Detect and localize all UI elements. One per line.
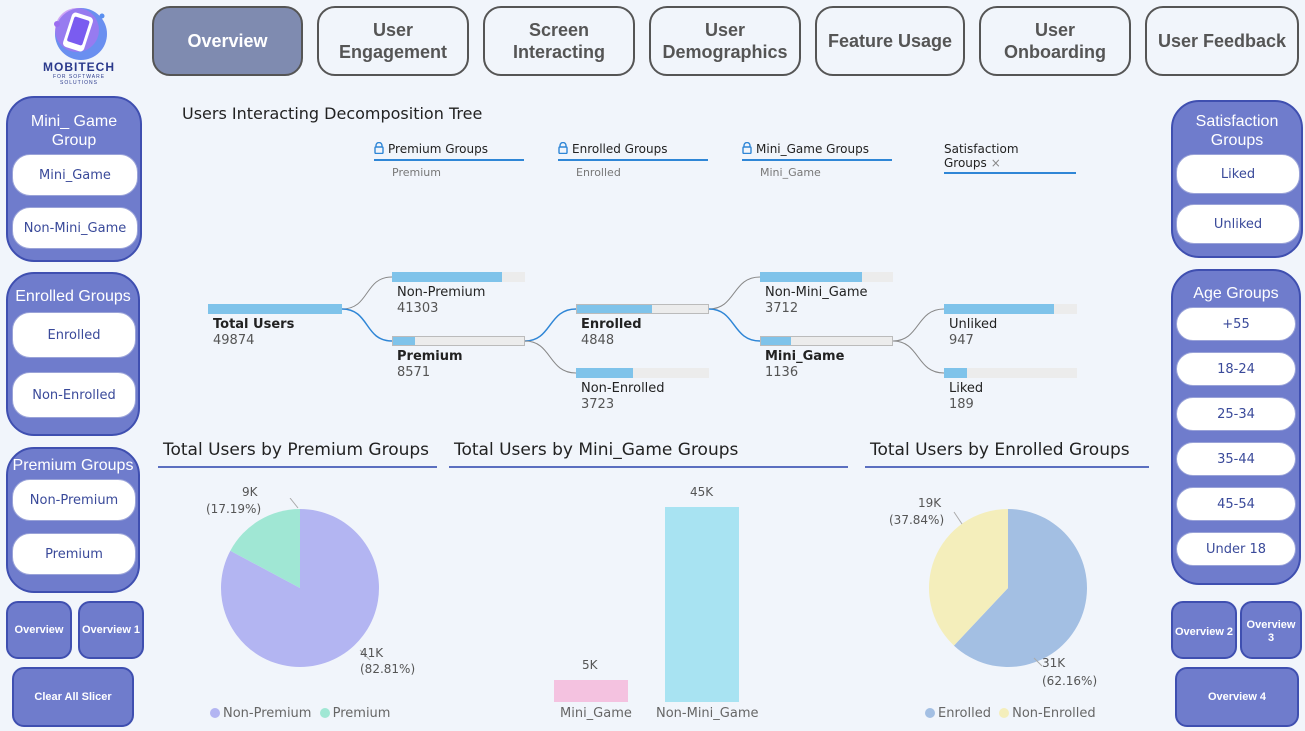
- mini-game-chart-title: Total Users by Mini_Game Groups: [449, 440, 848, 468]
- node-value-premium: 8571: [397, 365, 431, 380]
- bar-value-label-mini-game: 5K: [582, 658, 598, 673]
- premium-chart-title: Total Users by Premium Groups: [158, 440, 437, 468]
- connector-mini-unliked: [892, 308, 945, 342]
- node-value-unliked: 947: [949, 333, 974, 348]
- node-value-non-premium: 41303: [397, 301, 439, 316]
- legend-label-enrolled: Enrolled: [938, 706, 991, 721]
- node-label-total-users: Total Users: [213, 317, 295, 332]
- bar-non-mini-game[interactable]: [665, 507, 739, 702]
- node-value-total-users: 49874: [213, 333, 255, 348]
- enrolled-chart-legend: Enrolled Non-Enrolled: [925, 706, 1096, 721]
- enrolled-slice-pct-label: (62.16%): [1042, 674, 1098, 688]
- connector-enrolled-nonmini: [708, 276, 761, 310]
- non-enrolled-slice-pct-label: (37.84%): [889, 513, 945, 527]
- node-label-unliked: Unliked: [949, 317, 998, 332]
- legend-dot-enrolled: [925, 708, 935, 718]
- mini-game-bar-chart: 5K 45K: [520, 480, 780, 702]
- enrolled-chart-title: Total Users by Enrolled Groups: [865, 440, 1149, 468]
- node-bar-enrolled[interactable]: [576, 304, 709, 314]
- pie-leader-premium: [289, 498, 299, 509]
- connector-root-nonpremium: [341, 276, 393, 310]
- node-label-mini-game: Mini_Game: [765, 349, 845, 364]
- premium-slice-value-label: 9K: [242, 485, 258, 499]
- node-value-non-enrolled: 3723: [581, 397, 615, 412]
- node-value-non-mini-game: 3712: [765, 301, 799, 316]
- legend-dot-premium: [319, 708, 330, 718]
- enrolled-slice-value-label: 31K: [1042, 656, 1066, 670]
- node-bar-mini-game[interactable]: [760, 336, 893, 346]
- pie-leader-non-enrolled: [953, 511, 963, 525]
- node-value-mini-game: 1136: [765, 365, 799, 380]
- bar-mini-game[interactable]: [554, 680, 628, 702]
- node-label-non-premium: Non-Premium: [397, 285, 486, 300]
- non-premium-slice-value-label: 41K: [360, 646, 384, 660]
- enrolled-pie-chart: [929, 509, 1087, 667]
- legend-label-premium: Premium: [332, 706, 391, 721]
- legend-label-non-premium: Non-Premium: [223, 706, 312, 721]
- premium-slice-pct-label: (17.19%): [206, 502, 262, 516]
- node-value-liked: 189: [949, 397, 974, 412]
- legend-label-non-enrolled: Non-Enrolled: [1012, 706, 1096, 721]
- non-premium-slice-pct-label: (82.81%): [360, 662, 416, 676]
- node-bar-total-users[interactable]: [208, 304, 342, 314]
- node-bar-premium[interactable]: [392, 336, 525, 346]
- node-label-non-mini-game: Non-Mini_Game: [765, 285, 868, 300]
- bar-axis-label-mini-game: Mini_Game: [560, 706, 632, 721]
- connector-enrolled-mini: [708, 308, 761, 342]
- legend-dot-non-enrolled: [999, 708, 1010, 718]
- connector-premium-nonenrolled: [524, 340, 577, 374]
- legend-dot-non-premium: [210, 708, 220, 718]
- node-bar-non-enrolled[interactable]: [576, 368, 709, 378]
- connector-root-premium: [341, 308, 393, 342]
- node-bar-non-premium[interactable]: [392, 272, 525, 282]
- premium-chart-legend: Non-Premium Premium: [210, 706, 390, 721]
- bar-value-label-non-mini-game: 45K: [690, 485, 714, 499]
- bar-axis-label-non-mini-game: Non-Mini_Game: [656, 706, 759, 721]
- node-label-enrolled: Enrolled: [581, 317, 642, 332]
- connector-mini-liked: [892, 340, 945, 374]
- connector-premium-enrolled: [524, 308, 577, 342]
- node-label-liked: Liked: [949, 381, 984, 396]
- node-label-premium: Premium: [397, 349, 463, 364]
- node-label-non-enrolled: Non-Enrolled: [581, 381, 665, 396]
- node-value-enrolled: 4848: [581, 333, 615, 348]
- node-bar-non-mini-game[interactable]: [760, 272, 893, 282]
- non-enrolled-slice-value-label: 19K: [918, 496, 942, 510]
- node-bar-unliked[interactable]: [944, 304, 1077, 314]
- node-bar-liked[interactable]: [944, 368, 1077, 378]
